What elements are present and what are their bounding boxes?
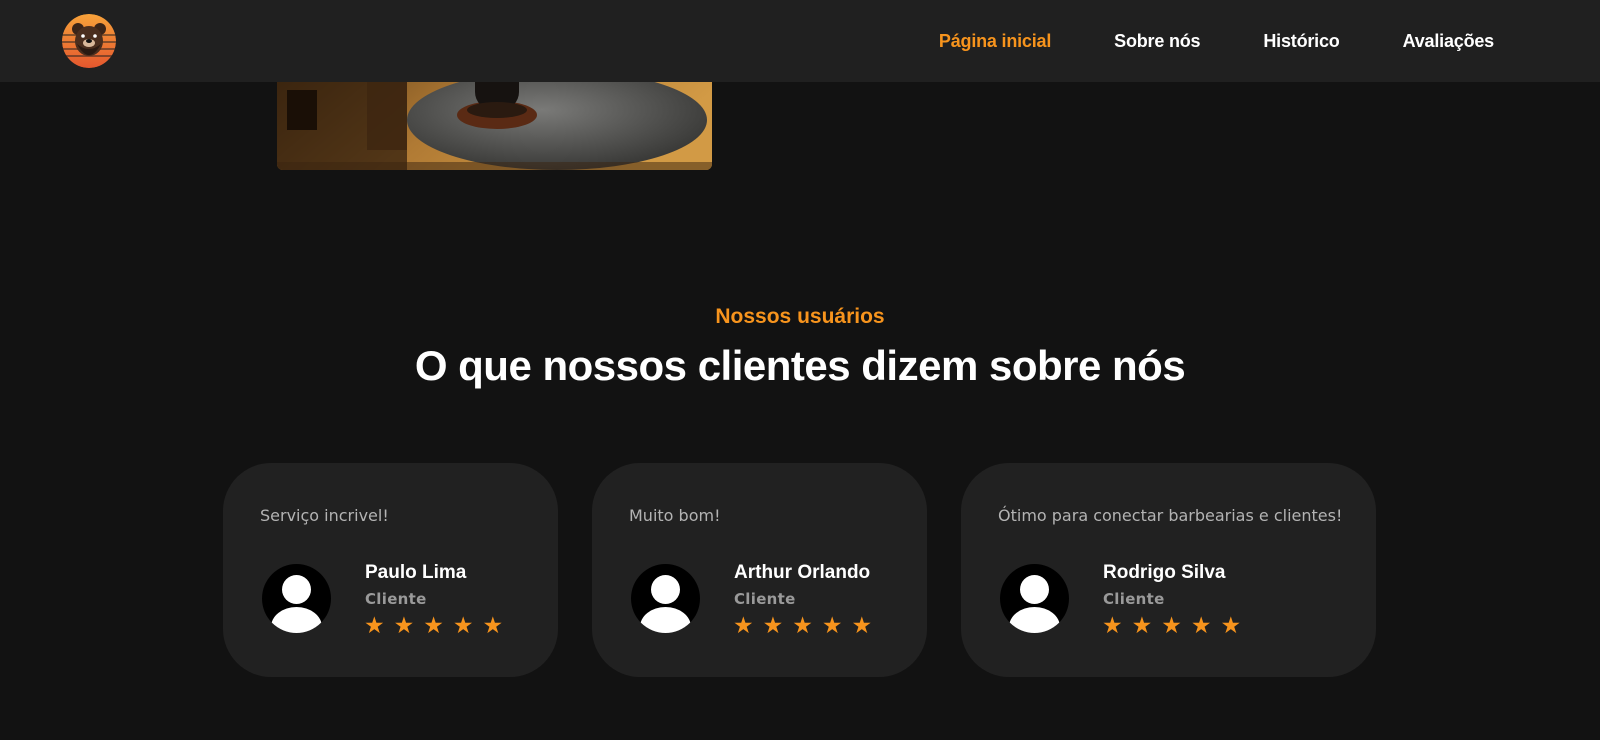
section-eyebrow: Nossos usuários <box>715 305 885 328</box>
section-title: O que nossos clientes dizem sobre nós <box>414 342 1186 389</box>
testimonial-text: Ótimo para conectar barbearias e cliente… <box>998 506 1343 525</box>
user-avatar-icon <box>1000 564 1069 633</box>
reviewer-name: Rodrigo Silva <box>1103 562 1226 583</box>
star-rating: ★ ★ ★ ★ ★ <box>1102 615 1241 638</box>
testimonial-text: Serviço incrivel! <box>260 506 389 525</box>
nav-link-history[interactable]: Histórico <box>1263 31 1339 52</box>
star-icon: ★ <box>1102 613 1123 639</box>
testimonial-text: Muito bom! <box>629 506 721 525</box>
testimonial-card: Serviço incrivel! Paulo Lima Cliente ★ ★… <box>223 463 558 677</box>
testimonial-card: Muito bom! Arthur Orlando Cliente ★ ★ ★ … <box>592 463 927 677</box>
star-icon: ★ <box>364 613 385 639</box>
star-icon: ★ <box>482 613 504 639</box>
user-avatar-icon <box>631 564 700 633</box>
star-icon: ★ <box>851 613 873 639</box>
star-icon: ★ <box>762 613 784 639</box>
star-icon: ★ <box>792 613 813 639</box>
testimonial-card: Ótimo para conectar barbearias e cliente… <box>961 463 1376 677</box>
star-icon: ★ <box>452 613 474 639</box>
star-icon: ★ <box>733 613 754 639</box>
star-icon: ★ <box>423 613 444 639</box>
nav-link-about[interactable]: Sobre nós <box>1114 31 1200 52</box>
star-icon: ★ <box>821 613 843 639</box>
reviewer-name: Arthur Orlando <box>734 562 871 583</box>
bear-logo-icon[interactable] <box>62 14 116 68</box>
reviewer-name: Paulo Lima <box>365 562 467 583</box>
star-icon: ★ <box>1161 613 1182 639</box>
main-nav: Página inicial Sobre nós Histórico Avali… <box>939 0 1494 82</box>
star-rating: ★ ★ ★ ★ ★ <box>364 615 503 638</box>
reviewer-role: Cliente <box>1103 590 1165 608</box>
reviewer-role: Cliente <box>734 590 796 608</box>
nav-link-reviews[interactable]: Avaliações <box>1403 31 1495 52</box>
nav-link-home[interactable]: Página inicial <box>939 31 1051 52</box>
star-icon: ★ <box>1220 613 1242 639</box>
star-icon: ★ <box>1190 613 1212 639</box>
reviewer-role: Cliente <box>365 590 427 608</box>
star-icon: ★ <box>393 613 415 639</box>
user-avatar-icon <box>262 564 331 633</box>
star-rating: ★ ★ ★ ★ ★ <box>733 615 872 638</box>
star-icon: ★ <box>1131 613 1153 639</box>
site-header: Página inicial Sobre nós Histórico Avali… <box>0 0 1600 82</box>
